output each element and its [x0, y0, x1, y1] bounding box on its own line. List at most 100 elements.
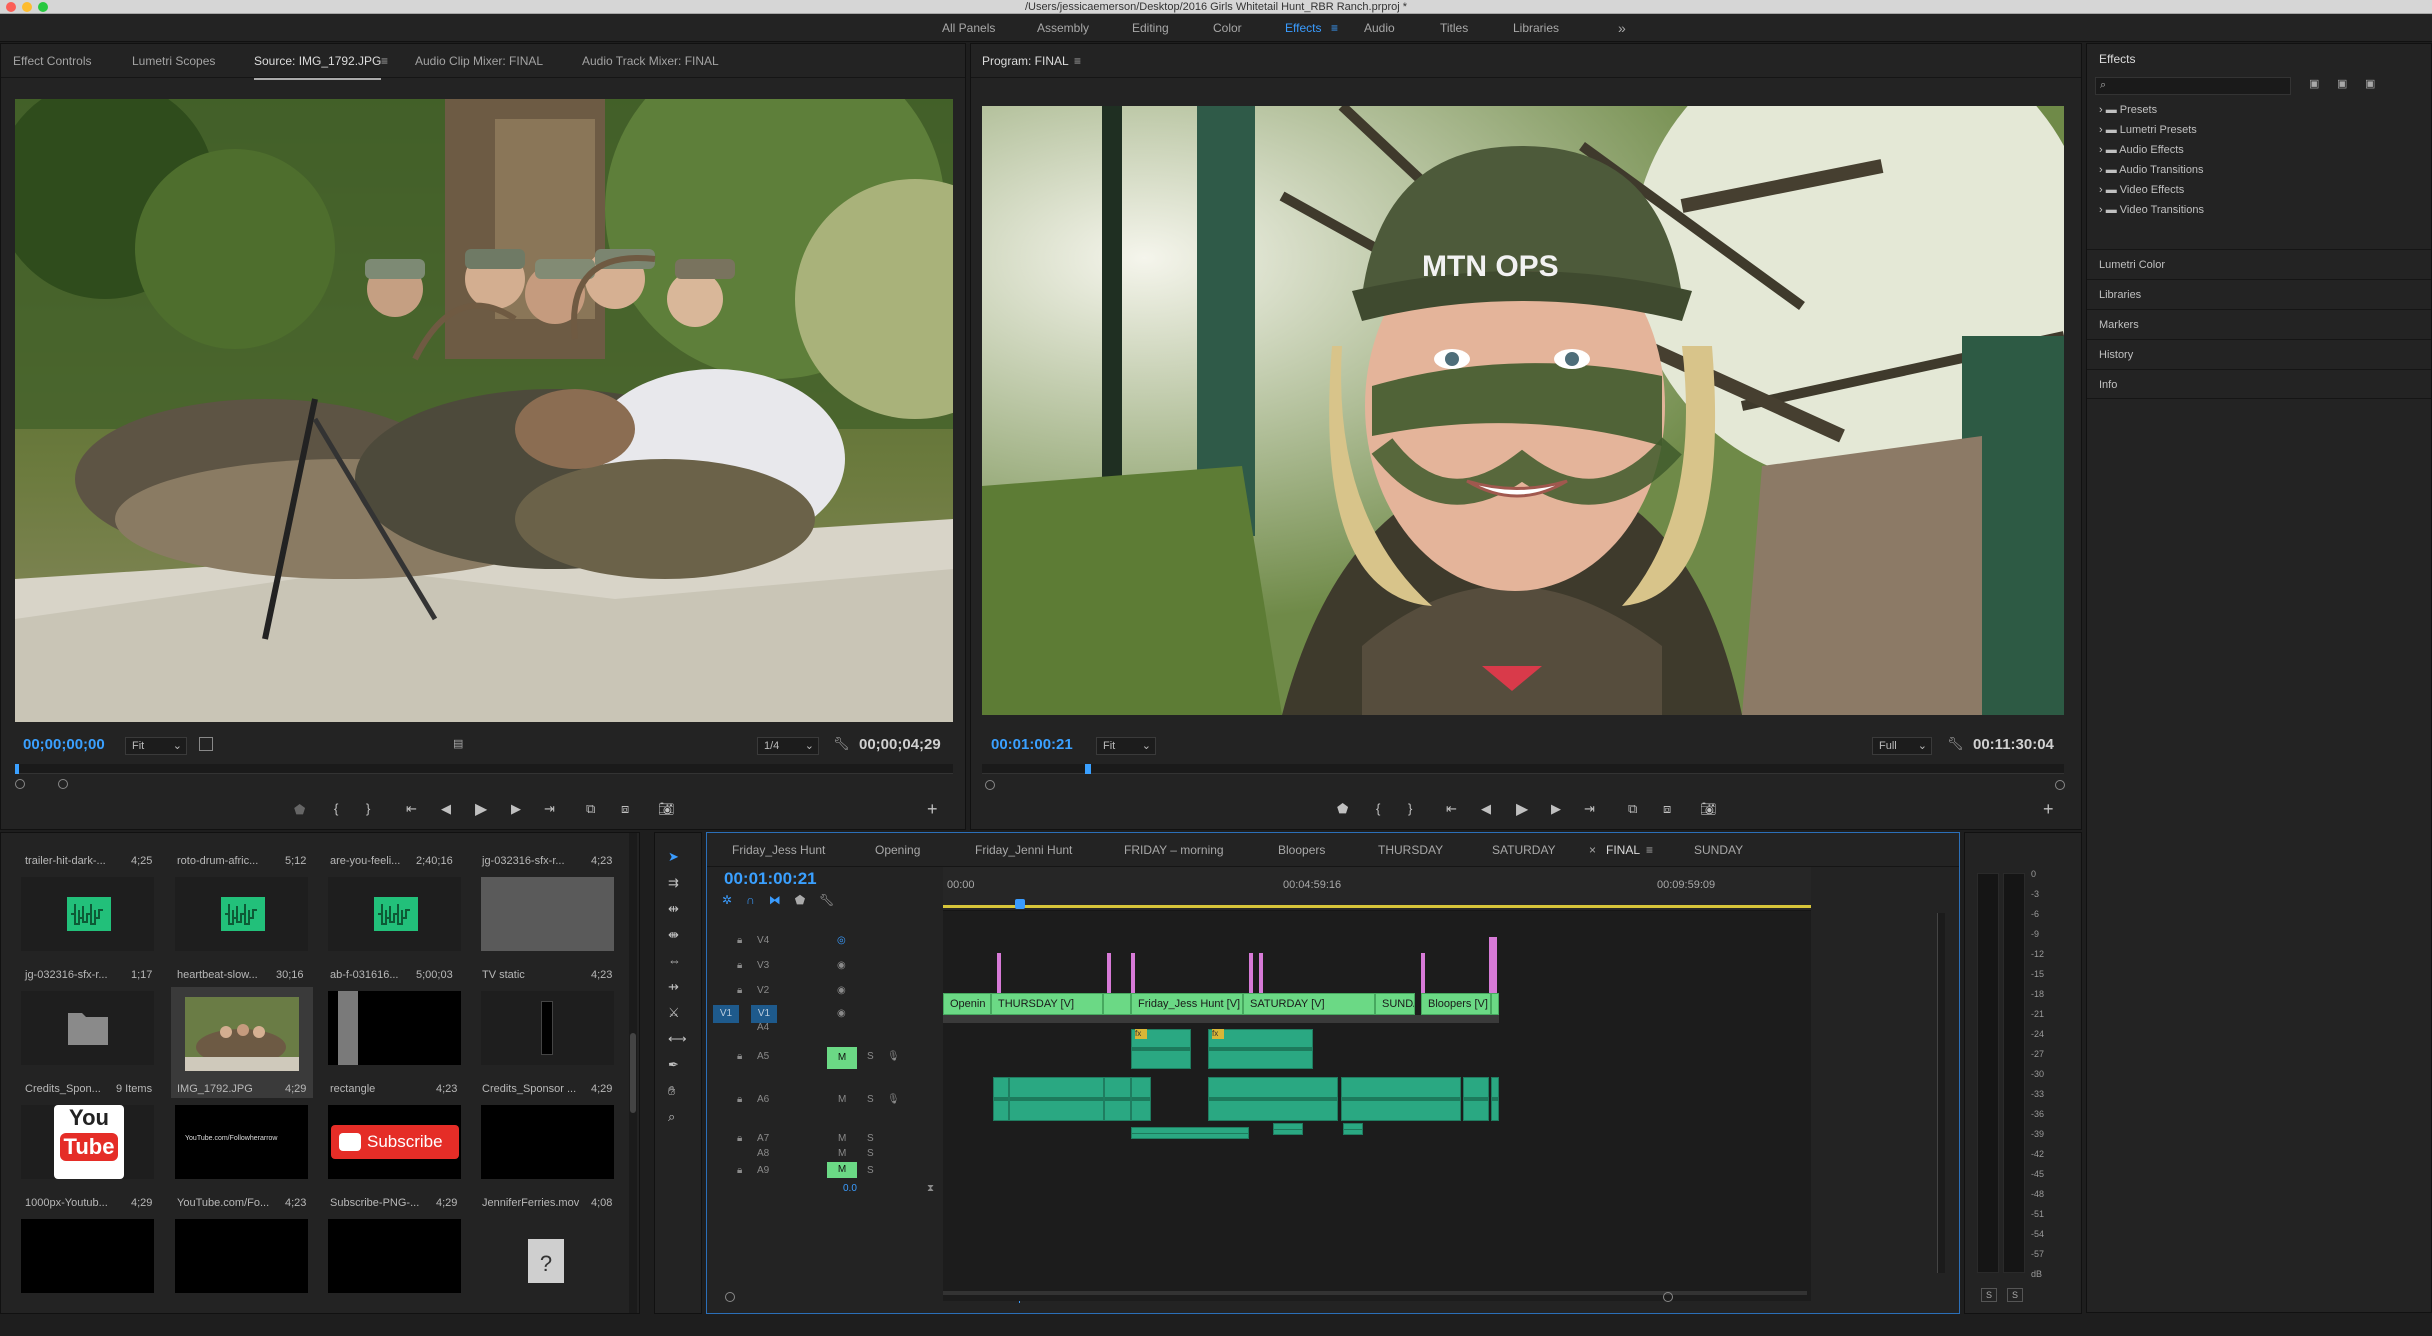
lock-icon[interactable]: 🔒︎: [737, 985, 742, 996]
timeline-clip-video[interactable]: THURSDAY [V]: [991, 993, 1103, 1015]
bin-item-name[interactable]: JenniferFerries.mov: [482, 1197, 579, 1209]
ripple-edit-tool-icon[interactable]: ⇹: [668, 901, 679, 917]
timeline-clip-audio[interactable]: [1009, 1077, 1104, 1121]
eye-icon[interactable]: ◉: [837, 985, 846, 996]
lift-icon[interactable]: ⧉: [1628, 801, 1637, 817]
timeline-clip-audio[interactable]: [1131, 1077, 1151, 1121]
solo-left-button[interactable]: S: [1981, 1288, 1997, 1302]
timeline-zoom-handle-right[interactable]: [1663, 1292, 1673, 1302]
program-time-ruler[interactable]: [982, 764, 2064, 774]
bin-thumbnail-credits[interactable]: [481, 991, 614, 1065]
workspace-editing[interactable]: Editing: [1132, 14, 1169, 42]
bin-item-name[interactable]: jg-032316-sfx-r...: [25, 969, 108, 981]
source-playhead[interactable]: [15, 764, 19, 774]
tab-effect-controls[interactable]: Effect Controls: [13, 44, 91, 78]
snap-icon[interactable]: ∩: [746, 893, 769, 907]
program-play-icon[interactable]: ▶︎: [1516, 799, 1528, 819]
folder-audio-transitions[interactable]: › ▬ Audio Transitions: [2099, 164, 2204, 176]
mic-icon[interactable]: 🎙︎: [887, 1051, 900, 1062]
solo-a7-button[interactable]: S: [867, 1133, 874, 1144]
hand-tool-icon[interactable]: ✋︎: [668, 1083, 675, 1099]
workspace-audio[interactable]: Audio: [1364, 14, 1395, 42]
track-area[interactable]: Openin THURSDAY [V] Friday_Jess Hunt [V]…: [943, 911, 1811, 1301]
tab-audio-clip-mixer[interactable]: Audio Clip Mixer: FINAL: [415, 44, 543, 78]
section-history[interactable]: History: [2087, 339, 2431, 369]
32bit-effects-icon[interactable]: ▣: [2337, 77, 2347, 90]
section-lumetri-color[interactable]: Lumetri Color: [2087, 249, 2431, 279]
bin-item-name[interactable]: trailer-hit-dark-...: [25, 855, 106, 867]
lock-icon[interactable]: 🔒︎: [737, 960, 742, 971]
razor-tool-icon[interactable]: ⚔︎: [668, 1005, 680, 1021]
bin-thumbnail-video[interactable]: [21, 1219, 154, 1293]
bin-thumbnail-audio[interactable]: [328, 877, 461, 951]
timeline-settings-icon[interactable]: 🔧︎: [819, 893, 848, 907]
go-to-out-icon[interactable]: ⇥: [544, 801, 555, 817]
timeline-clip-video[interactable]: Friday_Jess Hunt [V]: [1131, 993, 1243, 1015]
solo-a6-button[interactable]: S: [867, 1094, 874, 1105]
bin-item-name[interactable]: ab-f-031616...: [330, 969, 399, 981]
bin-item-name[interactable]: are-you-feeli...: [330, 855, 400, 867]
section-info[interactable]: Info: [2087, 369, 2431, 399]
bin-thumbnail-audio[interactable]: [21, 877, 154, 951]
linked-selection-icon[interactable]: ⧓: [769, 893, 795, 907]
bin-item-name[interactable]: Subscribe-PNG-...: [330, 1197, 419, 1209]
timeline-clip-audio[interactable]: [993, 1077, 1009, 1121]
add-button-icon[interactable]: +: [927, 799, 938, 820]
workspace-menu-icon[interactable]: ≡: [1331, 14, 1338, 42]
timeline-clip-audio[interactable]: [1343, 1123, 1363, 1135]
bin-item-name[interactable]: roto-drum-afric...: [177, 855, 258, 867]
yuv-effects-icon[interactable]: ▣: [2365, 77, 2375, 90]
timeline-clip-audio[interactable]: [1463, 1077, 1489, 1121]
eye-icon[interactable]: ◉: [837, 960, 846, 971]
bin-item-name[interactable]: TV static: [482, 969, 525, 981]
work-area-bar[interactable]: [943, 905, 1811, 908]
panel-menu-icon[interactable]: ≡: [381, 44, 388, 78]
bin-scrollbar[interactable]: [629, 833, 637, 1313]
bin-item-name[interactable]: rectangle: [330, 1083, 375, 1095]
bin-scrollbar-thumb[interactable]: [630, 1033, 636, 1113]
timeline-playhead-handle[interactable]: [1015, 899, 1025, 909]
source-playhead-timecode[interactable]: 00;00;00;00: [23, 736, 105, 753]
eye-icon[interactable]: ◉: [837, 1008, 846, 1019]
nest-toggle-icon[interactable]: ✲: [722, 893, 746, 907]
program-step-back-icon[interactable]: ◀︎: [1481, 801, 1491, 817]
section-markers[interactable]: Markers: [2087, 309, 2431, 339]
tab-sequence-saturday[interactable]: SATURDAY: [1492, 833, 1556, 867]
master-volume-value[interactable]: 0.0: [843, 1183, 857, 1194]
go-to-in-icon[interactable]: ⇤: [406, 801, 417, 817]
bin-item-name[interactable]: 1000px-Youtub...: [25, 1197, 108, 1209]
master-end-icon[interactable]: ⧗: [927, 1183, 934, 1194]
program-zoom-handle-left[interactable]: [985, 780, 995, 790]
solo-a9-button[interactable]: S: [867, 1165, 874, 1176]
bin-thumbnail-video[interactable]: [328, 1219, 461, 1293]
bin-thumbnail-rectangle[interactable]: [328, 991, 461, 1065]
lock-icon[interactable]: 🔒︎: [737, 935, 742, 946]
overwrite-icon[interactable]: ⧈: [621, 801, 629, 817]
track-v1-target[interactable]: V1: [751, 1005, 777, 1023]
folder-audio-effects[interactable]: › ▬ Audio Effects: [2099, 144, 2184, 156]
bin-thumbnail-youtube-logo[interactable]: You Tube: [21, 1105, 154, 1179]
solo-a5-button[interactable]: S: [867, 1051, 874, 1062]
tab-sequence-friday-morning[interactable]: FRIDAY – morning: [1124, 833, 1224, 867]
extract-icon[interactable]: ⧈: [1663, 801, 1671, 817]
workspace-libraries[interactable]: Libraries: [1513, 14, 1559, 42]
section-libraries[interactable]: Libraries: [2087, 279, 2431, 309]
program-add-marker-icon[interactable]: ⬟: [1337, 801, 1348, 817]
solo-a8-button[interactable]: S: [867, 1148, 874, 1159]
bin-item-name[interactable]: IMG_1792.JPG: [177, 1083, 253, 1095]
program-go-to-in-icon[interactable]: ⇤: [1446, 801, 1457, 817]
program-resolution-dropdown[interactable]: Full ⌄: [1872, 737, 1932, 755]
timeline-clip-audio[interactable]: [1491, 1077, 1499, 1121]
timeline-timecode[interactable]: 00:01:00:21: [724, 867, 817, 891]
source-resolution-dropdown[interactable]: 1/4 ⌄: [757, 737, 819, 755]
bin-item-selected[interactable]: [171, 987, 313, 1098]
timeline-vertical-scrollbar[interactable]: [1937, 913, 1945, 1273]
rolling-edit-tool-icon[interactable]: ⇼: [668, 927, 679, 943]
workspace-all-panels[interactable]: All Panels: [942, 14, 995, 42]
safe-margins-icon[interactable]: ▤: [453, 737, 463, 750]
timeline-clip-video[interactable]: [1491, 993, 1499, 1015]
bin-thumbnail-subscribe[interactable]: Subscribe: [328, 1105, 461, 1179]
tab-sequence-bloopers[interactable]: Bloopers: [1278, 833, 1325, 867]
folder-video-transitions[interactable]: › ▬ Video Transitions: [2099, 204, 2204, 216]
tab-program[interactable]: Program: FINAL: [982, 44, 1069, 78]
